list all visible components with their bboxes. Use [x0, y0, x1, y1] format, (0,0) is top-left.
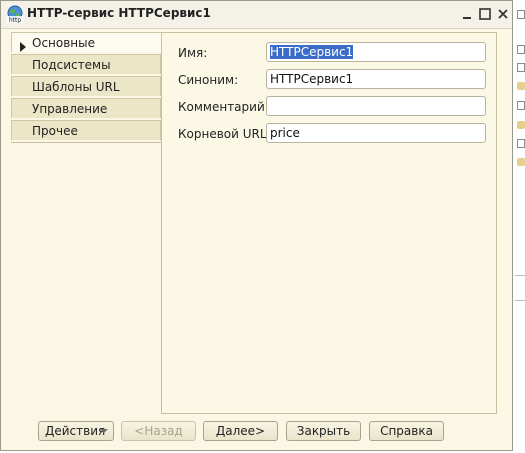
synonym-label: Синоним: [178, 73, 239, 87]
bg-folder-icon [517, 158, 525, 166]
close-button[interactable]: Закрыть [286, 421, 361, 441]
back-button[interactable]: <Назад [121, 421, 196, 441]
chevron-down-icon [100, 429, 108, 433]
minimize-icon[interactable] [459, 6, 475, 22]
bg-checkbox-icon [517, 101, 525, 110]
root-url-value: price [270, 126, 300, 140]
window-title: HTTP-сервис HTTPСервис1 [27, 6, 211, 20]
root-url-label: Корневой URL: [178, 127, 271, 141]
bg-folder-icon [517, 121, 525, 129]
bg-checkbox-icon [517, 63, 525, 72]
nav-item-other[interactable]: Прочее [11, 120, 161, 140]
nav-item-label: Основные [32, 36, 96, 50]
http-globe-icon: http [6, 5, 24, 24]
section-nav: Основные Подсистемы Шаблоны URL Управлен… [11, 32, 162, 142]
nav-item-label: Прочее [32, 124, 78, 138]
nav-item-label: Шаблоны URL [32, 80, 120, 94]
dialog-window: http HTTP-сервис HTTPСервис1 Основные По… [0, 0, 513, 451]
bg-checkbox-icon [517, 139, 525, 148]
synonym-value: HTTPСервис1 [270, 72, 354, 86]
next-button[interactable]: Далее> [203, 421, 278, 441]
main-panel: Имя: HTTPСервис1 Синоним: HTTPСервис1 Ко… [161, 32, 497, 414]
comment-label: Комментарий: [178, 100, 269, 114]
comment-field[interactable] [266, 96, 486, 116]
nav-item-label: Подсистемы [32, 58, 111, 72]
svg-text:http: http [9, 17, 22, 23]
name-value: HTTPСервис1 [270, 45, 354, 59]
name-label: Имя: [178, 46, 208, 60]
nav-divider [11, 142, 161, 143]
nav-item-session-management[interactable]: Управление сеансами [11, 98, 161, 136]
name-field[interactable]: HTTPСервис1 [266, 42, 486, 62]
help-button[interactable]: Справка [369, 421, 444, 441]
background-window-edge [513, 0, 525, 453]
nav-item-main[interactable]: Основные [11, 32, 162, 52]
nav-item-subsystems[interactable]: Подсистемы [11, 54, 161, 74]
nav-item-url-templates[interactable]: Шаблоны URL [11, 76, 161, 96]
title-bar[interactable]: http HTTP-сервис HTTPСервис1 [1, 1, 512, 29]
actions-label: Действия [45, 424, 106, 438]
bg-checkbox-icon [517, 10, 525, 19]
bg-folder-icon [517, 82, 525, 90]
bg-divider [515, 275, 525, 276]
bg-divider [515, 300, 525, 301]
close-icon[interactable] [495, 6, 511, 22]
synonym-field[interactable]: HTTPСервис1 [266, 69, 486, 89]
maximize-icon[interactable] [477, 6, 493, 22]
actions-button[interactable]: Действия [38, 421, 114, 441]
bg-checkbox-icon [517, 45, 525, 54]
root-url-field[interactable]: price [266, 123, 486, 143]
